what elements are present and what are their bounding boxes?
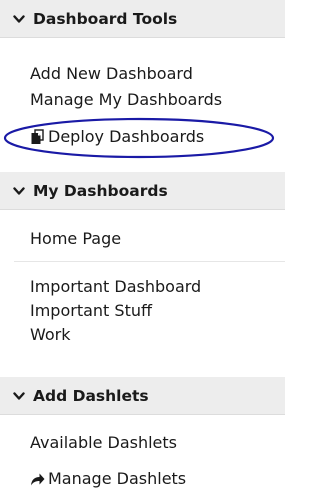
work-link[interactable]: Work	[30, 324, 71, 346]
home-page-link[interactable]: Home Page	[30, 228, 121, 250]
section-title: Add Dashlets	[33, 386, 149, 405]
chevron-down-icon	[13, 391, 25, 400]
section-header-my-dashboards[interactable]: My Dashboards	[0, 172, 285, 210]
chevron-down-icon	[13, 14, 25, 23]
section-header-dashboard-tools[interactable]: Dashboard Tools	[0, 0, 285, 38]
section-title: Dashboard Tools	[33, 9, 178, 28]
share-arrow-icon	[31, 473, 45, 486]
important-dashboard-link[interactable]: Important Dashboard	[30, 276, 201, 298]
manage-dashlets-label: Manage Dashlets	[48, 469, 187, 488]
divider	[14, 261, 285, 262]
manage-my-dashboards-link[interactable]: Manage My Dashboards	[30, 89, 222, 111]
add-new-dashboard-link[interactable]: Add New Dashboard	[30, 63, 193, 85]
important-stuff-link[interactable]: Important Stuff	[30, 300, 152, 322]
highlight-ellipse	[3, 117, 275, 159]
available-dashlets-link[interactable]: Available Dashlets	[30, 432, 177, 454]
section-title: My Dashboards	[33, 181, 168, 200]
section-header-add-dashlets[interactable]: Add Dashlets	[0, 377, 285, 415]
chevron-down-icon	[13, 186, 25, 195]
manage-dashlets-link[interactable]: Manage Dashlets	[30, 468, 186, 490]
